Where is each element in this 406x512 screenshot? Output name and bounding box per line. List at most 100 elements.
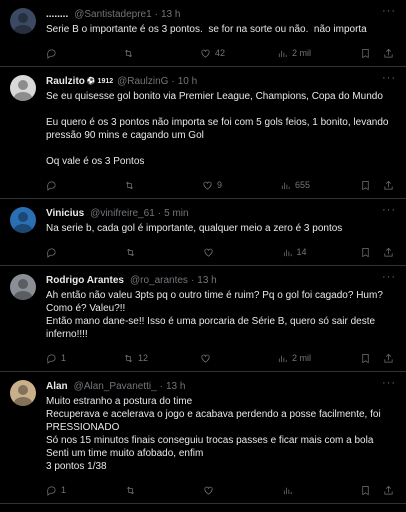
tweet[interactable]: Raulzito ⚽ 1912 @RaulzinG · 10 h ··· Se … xyxy=(0,67,406,199)
views-button[interactable]: 655 xyxy=(280,179,310,192)
tweet-text: Na serie b, cada gol é importante, qualq… xyxy=(46,223,343,234)
like-button[interactable] xyxy=(200,353,228,364)
separator-dot: · xyxy=(154,9,158,20)
heart-icon xyxy=(204,486,213,495)
retweet-icon xyxy=(126,248,134,256)
tweet-actions: 1 12 2 mil xyxy=(46,351,396,365)
share-button[interactable] xyxy=(383,48,394,59)
avatar[interactable] xyxy=(10,207,36,233)
avatar[interactable] xyxy=(10,75,36,101)
views-count: 2 mil xyxy=(291,47,311,58)
tweet-text: Serie B o importante é os 3 pontos. se f… xyxy=(46,24,367,35)
tweet-actions: 1 xyxy=(46,483,396,497)
views-count: 655 xyxy=(294,179,310,190)
like-count: 9 xyxy=(216,179,222,190)
reply-icon xyxy=(47,485,56,496)
more-options-icon[interactable]: ··· xyxy=(382,72,396,85)
timestamp[interactable]: 13 h xyxy=(161,8,180,21)
bookmark-icon xyxy=(362,247,369,257)
tweet-actions: 9 655 xyxy=(46,178,396,192)
retweet-button[interactable] xyxy=(125,485,153,496)
avatar[interactable] xyxy=(10,274,36,300)
avatar[interactable] xyxy=(10,380,36,406)
more-options-icon[interactable]: ··· xyxy=(382,204,396,217)
avatar[interactable] xyxy=(10,8,36,34)
display-name[interactable]: ........ xyxy=(46,8,68,21)
reply-button[interactable] xyxy=(46,247,74,258)
share-button[interactable] xyxy=(383,180,394,191)
more-options-icon[interactable]: ··· xyxy=(382,377,396,390)
views-icon xyxy=(278,50,287,57)
tweet-text: Se eu quisesse gol bonito via Premier Le… xyxy=(46,91,389,167)
share-button[interactable] xyxy=(383,247,394,258)
bookmark-button[interactable] xyxy=(360,353,371,364)
display-name[interactable]: Alan xyxy=(46,380,68,393)
reply-button[interactable] xyxy=(46,48,74,59)
views-button[interactable]: 2 mil xyxy=(277,352,311,365)
separator-dot: · xyxy=(157,208,162,219)
share-button[interactable] xyxy=(383,485,394,496)
reply-icon xyxy=(47,353,56,364)
heart-icon xyxy=(201,49,210,58)
timestamp[interactable]: 13 h xyxy=(166,380,185,393)
tweet[interactable]: ........ @Santistadepre1 · 13 h ··· Seri… xyxy=(0,0,406,67)
more-options-icon[interactable]: ··· xyxy=(382,271,396,284)
tweet-actions: 14 xyxy=(46,245,396,259)
like-button[interactable] xyxy=(203,485,231,496)
views-count: 14 xyxy=(296,246,307,257)
share-icon xyxy=(384,485,393,495)
user-handle[interactable]: @Alan_Pavanetti_ xyxy=(74,380,157,393)
share-button[interactable] xyxy=(383,353,394,364)
display-name[interactable]: Vinicius xyxy=(46,207,84,220)
tweet-header: Raulzito ⚽ 1912 @RaulzinG · 10 h xyxy=(46,75,396,88)
bookmark-button[interactable] xyxy=(360,247,371,258)
like-button[interactable]: 9 xyxy=(202,179,230,192)
bookmark-button[interactable] xyxy=(360,48,371,59)
display-name[interactable]: Raulzito xyxy=(46,75,85,88)
share-icon xyxy=(384,180,393,190)
retweet-button[interactable]: 12 xyxy=(123,352,151,365)
display-name[interactable]: Rodrigo Arantes xyxy=(46,274,124,287)
bookmark-icon xyxy=(362,48,369,58)
tweet-text: Ah então não valeu 3pts pq o outro time … xyxy=(46,290,383,340)
share-icon xyxy=(384,48,393,58)
tweet[interactable]: Rodrigo Arantes @ro_arantes · 13 h ··· A… xyxy=(0,266,406,372)
reply-button[interactable]: 1 xyxy=(46,484,74,497)
heart-icon xyxy=(203,181,212,190)
tweet-actions: 42 2 mil xyxy=(46,46,396,60)
views-count: 2 mil xyxy=(291,352,311,363)
user-handle[interactable]: @RaulzinG xyxy=(117,75,168,88)
retweet-icon xyxy=(126,181,133,189)
timestamp[interactable]: 5 min xyxy=(164,207,188,220)
views-button[interactable]: 2 mil xyxy=(277,47,311,60)
timestamp[interactable]: 10 h xyxy=(178,75,197,88)
tweet[interactable]: Vinicius @vinifreire_61 · 5 min ··· Na s… xyxy=(0,199,406,266)
user-handle[interactable]: @vinifreire_61 xyxy=(90,207,155,220)
bookmark-button[interactable] xyxy=(360,485,371,496)
reply-button[interactable]: 1 xyxy=(46,352,74,365)
retweet-icon xyxy=(125,49,132,57)
more-options-icon[interactable]: ··· xyxy=(382,5,396,18)
like-button[interactable]: 42 xyxy=(200,47,228,60)
retweet-button[interactable] xyxy=(123,48,151,59)
tweet-text: Muito estranho a postura do time Recuper… xyxy=(46,396,381,472)
views-icon xyxy=(281,182,290,189)
reply-icon xyxy=(47,247,56,258)
like-button[interactable] xyxy=(203,247,231,258)
retweet-icon xyxy=(126,486,134,494)
reply-button[interactable] xyxy=(46,180,74,191)
bookmark-icon xyxy=(362,353,369,363)
retweet-button[interactable] xyxy=(124,180,152,191)
user-handle[interactable]: @Santistadepre1 xyxy=(74,8,151,21)
retweet-button[interactable] xyxy=(125,247,153,258)
views-button[interactable] xyxy=(282,485,310,496)
retweet-icon xyxy=(125,354,132,362)
tweet[interactable]: Alan @Alan_Pavanetti_ · 13 h ··· Muito e… xyxy=(0,372,406,504)
reply-icon xyxy=(47,180,56,191)
bookmark-button[interactable] xyxy=(360,180,371,191)
user-handle[interactable]: @ro_arantes xyxy=(130,274,188,287)
share-icon xyxy=(384,247,393,257)
timestamp[interactable]: 13 h xyxy=(197,274,216,287)
views-button[interactable]: 14 xyxy=(282,246,310,259)
separator-dot: · xyxy=(171,76,175,87)
